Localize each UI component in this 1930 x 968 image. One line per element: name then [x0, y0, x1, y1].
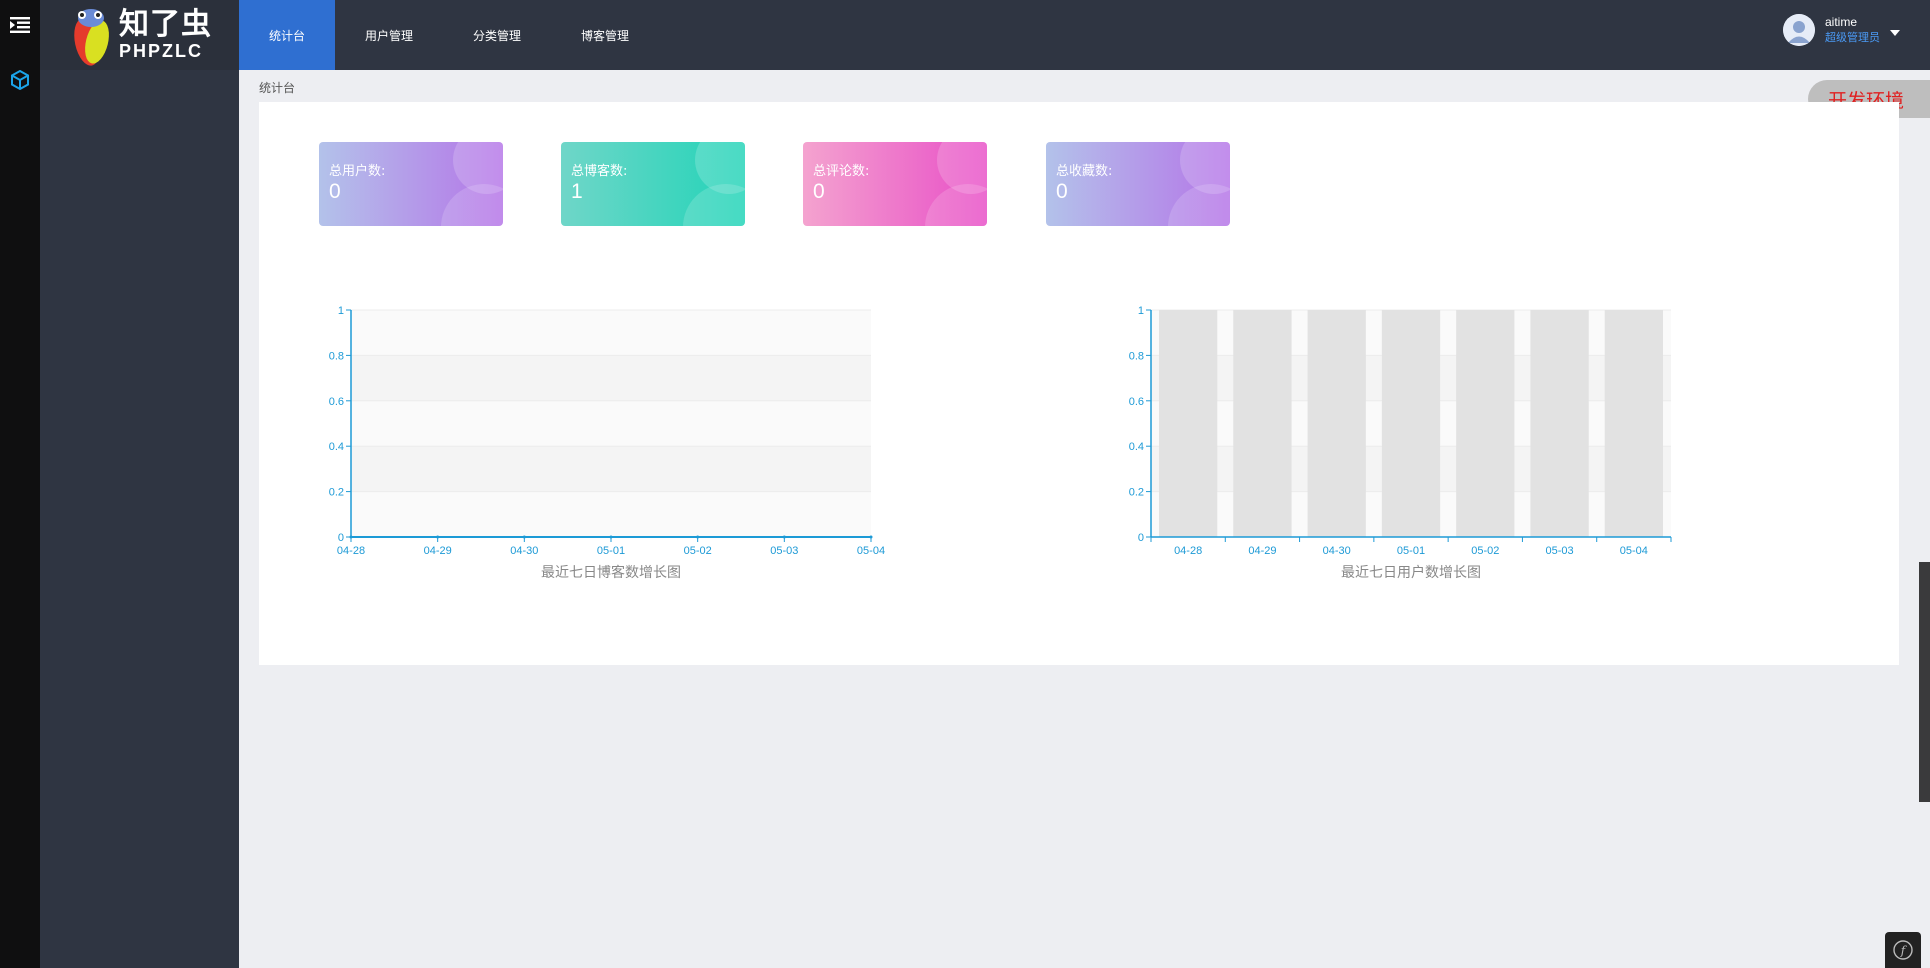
- nav-tab-label: 分类管理: [473, 28, 522, 43]
- x-tick-label: 04-29: [424, 545, 452, 557]
- y-tick-label: 0: [1138, 532, 1144, 544]
- y-tick-label: 0: [338, 532, 344, 544]
- x-tick-label: 05-02: [684, 545, 712, 557]
- x-tick-label: 04-28: [337, 545, 365, 557]
- chart-title: 最近七日博客数增长图: [541, 564, 681, 581]
- stat-label: 总博客数:: [571, 164, 628, 179]
- stat-card-users: 总用户数: 0: [319, 142, 503, 226]
- user-growth-bar-chart: 0 0.2 0.4 0.6 0.8 1 04-28 04-29 04-30 05-01 05-02 0…: [1129, 305, 1672, 581]
- y-tick-label: 0.4: [1129, 441, 1144, 453]
- x-tick-label: 05-03: [770, 545, 798, 557]
- stat-card-blogs: 总博客数: 1: [561, 142, 745, 226]
- nav-tab-label: 统计台: [269, 28, 306, 43]
- icon-rail: [0, 0, 40, 968]
- logo-en-text: PHPZLC: [119, 41, 203, 61]
- menu-toggle-icon[interactable]: [0, 5, 40, 45]
- stat-value: 1: [571, 180, 583, 203]
- avatar: [1783, 14, 1815, 46]
- debug-toolbar-icon[interactable]: f: [1885, 932, 1921, 968]
- bar-background: [1307, 310, 1366, 537]
- y-tick-label: 1: [338, 305, 344, 317]
- y-tick-label: 0.8: [329, 350, 344, 362]
- y-tick-label: 0.6: [1129, 396, 1144, 408]
- x-tick-label: 05-01: [1397, 545, 1425, 557]
- bar-background: [1456, 310, 1515, 537]
- grid-band: [351, 400, 871, 447]
- y-tick-label: 0.6: [329, 396, 344, 408]
- user-name: aitime: [1825, 15, 1858, 29]
- stat-label: 总评论数:: [813, 164, 870, 179]
- bar-background: [1233, 310, 1292, 537]
- nav-tab-categories[interactable]: 分类管理: [443, 0, 551, 70]
- x-tick-label: 04-29: [1248, 545, 1276, 557]
- stat-value: 0: [1056, 180, 1068, 203]
- grid-band: [351, 310, 871, 356]
- chevron-down-icon: [1890, 30, 1900, 36]
- bar-background: [1159, 310, 1218, 537]
- stat-label: 总用户数:: [329, 164, 386, 179]
- logo[interactable]: 知了虫 PHPZLC: [40, 0, 239, 70]
- bar-background: [1381, 310, 1441, 537]
- bar-background: [1604, 310, 1663, 537]
- top-nav: 统计台 用户管理 分类管理 博客管理: [239, 0, 659, 70]
- blog-growth-line-chart: 0 0.2 0.4 0.6 0.8 1 04-28 04-29 04-30 05-01 05-02 0…: [329, 305, 885, 581]
- svg-text:f: f: [1900, 944, 1908, 958]
- stat-card-comments: 总评论数: 0: [803, 142, 987, 226]
- stat-value: 0: [329, 180, 341, 203]
- x-tick-label: 04-30: [1323, 545, 1351, 557]
- side-tool-tab[interactable]: [1919, 562, 1930, 802]
- y-tick-label: 0.2: [329, 487, 344, 499]
- y-tick-label: 0.8: [1129, 350, 1144, 362]
- y-tick-label: 0.2: [1129, 487, 1144, 499]
- x-tick-label: 04-30: [510, 545, 538, 557]
- breadcrumb: 统计台: [259, 81, 296, 95]
- user-menu[interactable]: aitime 超级管理员: [1783, 14, 1900, 46]
- nav-tab-label: 博客管理: [581, 28, 630, 43]
- stat-label: 总收藏数:: [1056, 164, 1113, 179]
- top-bar: 统计台 用户管理 分类管理 博客管理 aitime 超级管理员: [239, 0, 1930, 70]
- x-tick-label: 05-04: [857, 545, 885, 557]
- x-tick-label: 05-01: [597, 545, 625, 557]
- logo-cn-text: 知了虫: [119, 7, 212, 42]
- grid-band: [351, 491, 871, 537]
- bar-background: [1530, 310, 1589, 537]
- stat-card-favorites: 总收藏数: 0: [1046, 142, 1230, 226]
- nav-tab-dashboard[interactable]: 统计台: [239, 0, 336, 70]
- chart-title: 最近七日用户数增长图: [1341, 564, 1481, 581]
- dashboard-panel: 总用户数: 0 总博客数: 1 总评论数: 0 总收藏数: 0 0 0.2 0.4 0…: [259, 102, 1899, 665]
- nav-tab-label: 用户管理: [365, 28, 414, 43]
- cicada-logo-icon: [74, 9, 109, 66]
- cube-icon[interactable]: [0, 60, 40, 100]
- user-role: 超级管理员: [1825, 31, 1880, 44]
- grid-band: [351, 446, 871, 492]
- x-tick-label: 04-28: [1174, 545, 1202, 557]
- y-tick-label: 1: [1138, 305, 1144, 317]
- nav-tab-blogs[interactable]: 博客管理: [551, 0, 659, 70]
- x-tick-label: 05-02: [1471, 545, 1499, 557]
- sidebar: [40, 0, 239, 968]
- stat-value: 0: [813, 180, 825, 203]
- y-tick-label: 0.4: [329, 441, 344, 453]
- nav-tab-users[interactable]: 用户管理: [335, 0, 443, 70]
- x-tick-label: 05-03: [1546, 545, 1574, 557]
- grid-band: [351, 355, 871, 401]
- x-tick-label: 05-04: [1620, 545, 1648, 557]
